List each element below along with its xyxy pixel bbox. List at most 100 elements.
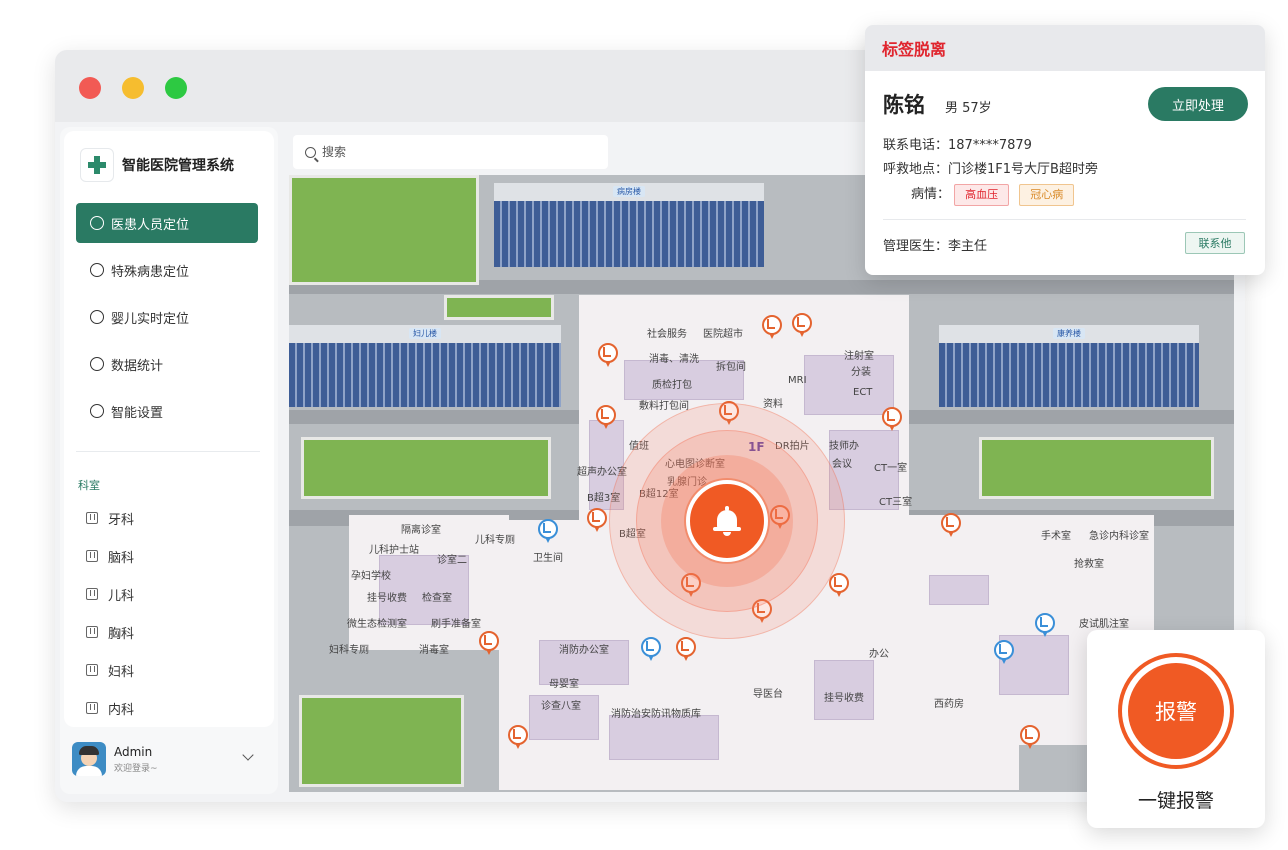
sidebar-panel: 智能医院管理系统 医患人员定位 特殊病患定位 婴儿实时定位 数据统计 智能设置	[64, 131, 274, 727]
department-label: 胸科	[108, 626, 135, 642]
map-label: 技师办	[829, 441, 859, 452]
map-label: 儿科专厕	[475, 535, 515, 546]
chart-icon	[90, 357, 104, 371]
restroom-marker-icon[interactable]	[1035, 613, 1055, 639]
map-label: 微生态检测室	[347, 619, 407, 630]
department-label: 内科	[108, 702, 135, 718]
app-title: 智能医院管理系统	[122, 158, 234, 174]
handle-now-button[interactable]: 立即处理	[1148, 87, 1248, 121]
department-list: 牙科 脑科 儿科 胸科 妇科 内科	[86, 499, 256, 727]
alarm-button[interactable]: 报警	[1128, 663, 1224, 759]
map-label: 消毒室	[419, 645, 449, 656]
chevron-down-icon[interactable]	[242, 749, 254, 761]
sidebar-item-settings[interactable]: 智能设置	[76, 391, 258, 431]
sidebar-item-statistics[interactable]: 数据统计	[76, 344, 258, 384]
alarm-location-marker[interactable]	[686, 480, 768, 562]
maximize-window-button[interactable]	[165, 77, 187, 99]
map-label: CT三室	[879, 497, 913, 508]
map-label: 抢救室	[1074, 559, 1104, 570]
sidebar-item-special-patient-locate[interactable]: 特殊病患定位	[76, 250, 258, 290]
department-item-thoracic[interactable]: 胸科	[86, 613, 256, 651]
map-label: 诊查八室	[541, 701, 581, 712]
map-label: 隔离诊室	[401, 525, 441, 536]
building-women-children[interactable]: 妇儿楼	[289, 325, 561, 407]
building-ward[interactable]: 病房楼	[494, 183, 764, 267]
stairs-marker-icon[interactable]	[508, 725, 528, 751]
lawn	[979, 437, 1214, 499]
map-label: 质检打包	[652, 380, 692, 391]
search-icon	[305, 146, 316, 158]
stairs-marker-icon[interactable]	[596, 405, 616, 431]
department-item-dental[interactable]: 牙科	[86, 499, 256, 537]
brand: 智能医院管理系统	[80, 147, 234, 183]
escalator-marker-icon[interactable]	[829, 573, 849, 599]
stairs-marker-icon[interactable]	[676, 637, 696, 663]
lawn	[299, 695, 464, 787]
department-item-neurology[interactable]: 脑科	[86, 537, 256, 575]
stairs-marker-icon[interactable]	[587, 508, 607, 534]
building-label: 妇儿楼	[409, 328, 441, 339]
department-label: 牙科	[108, 512, 135, 528]
elevator-marker-icon[interactable]	[941, 513, 961, 539]
location-row: 呼救地点：门诊楼1F1号大厅B超时旁	[883, 158, 1098, 177]
stairs-marker-icon[interactable]	[792, 313, 812, 339]
sidebar-item-infant-locate[interactable]: 婴儿实时定位	[76, 297, 258, 337]
alarm-caption: 一键报警	[1137, 790, 1214, 812]
patient-summary: 陈铭 男 57岁	[883, 89, 992, 119]
baby-icon	[90, 310, 104, 324]
department-item-gynecology[interactable]: 妇科	[86, 651, 256, 689]
one-key-alarm-widget: 报警 一键报警	[1087, 630, 1265, 828]
minimize-window-button[interactable]	[122, 77, 144, 99]
location-label: 呼救地点：	[883, 162, 949, 177]
hospital-icon	[86, 702, 98, 714]
restroom-marker-icon[interactable]	[538, 519, 558, 545]
patient-gender-age: 男 57岁	[945, 101, 992, 116]
search-input[interactable]	[322, 145, 572, 159]
map-label: CT一室	[874, 463, 908, 474]
map-label: 资料	[763, 399, 783, 410]
sidebar-nav: 医患人员定位 特殊病患定位 婴儿实时定位 数据统计 智能设置	[76, 203, 258, 438]
hospital-icon	[86, 588, 98, 600]
user-greeting: 欢迎登录~	[114, 763, 158, 774]
doctor-label: 管理医生：	[883, 239, 949, 254]
map-label: 办公	[869, 649, 889, 660]
restroom-marker-icon[interactable]	[994, 640, 1014, 666]
restroom-marker-icon[interactable]	[641, 637, 661, 663]
condition-label: 病情：	[911, 187, 951, 202]
user-icon	[90, 263, 104, 277]
badge-icon	[90, 216, 104, 230]
elevator-marker-icon[interactable]	[762, 315, 782, 341]
divider	[76, 451, 260, 452]
map-label: 诊室二	[437, 555, 467, 566]
alarm-button-ring: 报警	[1118, 653, 1234, 769]
condition-tag: 高血压	[954, 183, 1010, 206]
condition-row: 病情： 高血压 冠心病	[911, 183, 1080, 206]
close-window-button[interactable]	[79, 77, 101, 99]
map-label: 西药房	[934, 699, 964, 710]
building-label: 康养楼	[1053, 328, 1085, 339]
department-item-internal-medicine[interactable]: 内科	[86, 689, 256, 727]
sidebar-item-staff-patient-locate[interactable]: 医患人员定位	[76, 203, 258, 243]
user-profile[interactable]: Admin 欢迎登录~	[72, 737, 262, 781]
contact-doctor-button[interactable]: 联系他	[1185, 232, 1245, 254]
map-label: 消防办公室	[559, 645, 609, 656]
map-label: 孕妇学校	[351, 571, 391, 582]
building-rehab[interactable]: 康养楼	[939, 325, 1199, 407]
map-label: 挂号收费	[367, 593, 407, 604]
hospital-icon	[86, 626, 98, 638]
stairs-marker-icon[interactable]	[1020, 725, 1040, 751]
bell-icon	[712, 506, 742, 536]
department-item-pediatrics[interactable]: 儿科	[86, 575, 256, 613]
stairs-marker-icon[interactable]	[598, 343, 618, 369]
map-label: 医院超市	[703, 329, 743, 340]
sidebar-item-label: 医患人员定位	[111, 217, 190, 233]
department-label: 脑科	[108, 550, 135, 566]
alert-title: 标签脱离	[865, 25, 1265, 71]
medical-cross-logo-icon	[80, 148, 114, 182]
search-bar[interactable]	[293, 135, 608, 169]
elevator-marker-icon[interactable]	[882, 407, 902, 433]
map-label: 拆包间	[716, 362, 746, 373]
patient-name: 陈铭	[883, 93, 925, 117]
stairs-marker-icon[interactable]	[479, 631, 499, 657]
map-label: 社会服务	[647, 329, 687, 340]
